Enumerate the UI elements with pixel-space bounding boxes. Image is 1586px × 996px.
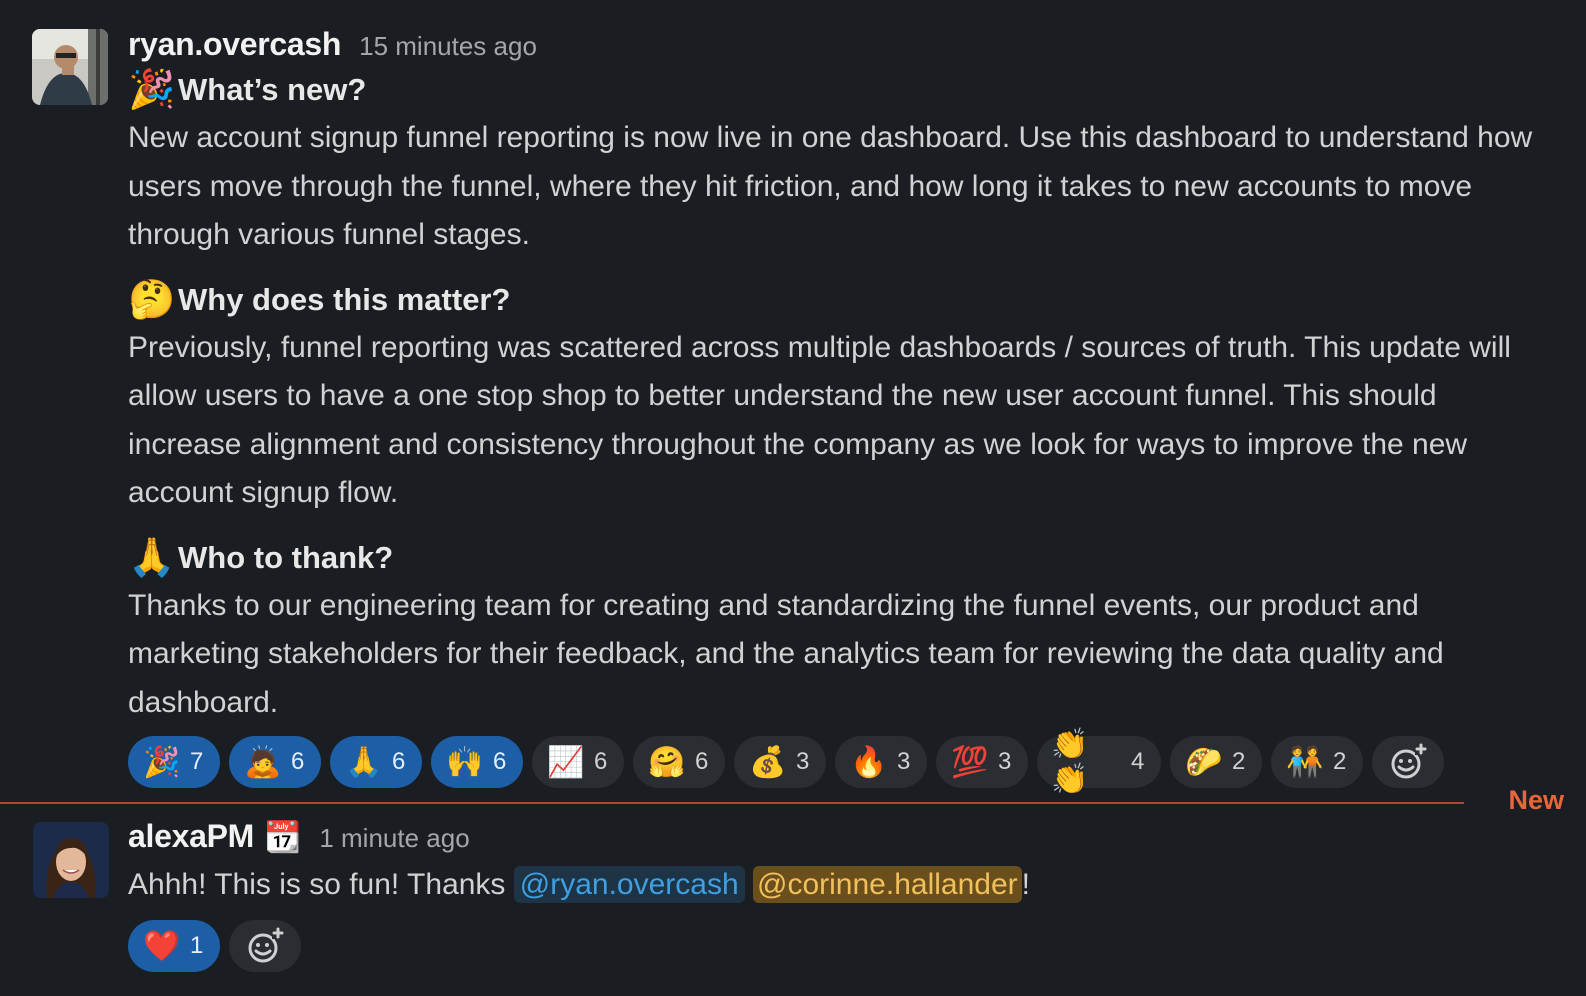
reaction-fire[interactable]: 🔥 3 — [835, 736, 927, 788]
reaction-hugging[interactable]: 🤗 6 — [633, 736, 725, 788]
reaction-money-bag[interactable]: 💰 3 — [734, 736, 826, 788]
avatar-photo — [33, 822, 109, 898]
chart-increasing-icon: 📈 — [547, 745, 585, 779]
avatar-photo — [32, 29, 108, 105]
reaction-count: 6 — [493, 748, 507, 775]
heading-text: Why does this matter? — [178, 281, 511, 317]
section-body: Thanks to our engineering team for creat… — [128, 588, 1444, 719]
hundred-points-icon: 💯 — [951, 745, 989, 779]
reaction-thank-you[interactable]: 🙏 6 — [330, 736, 422, 788]
red-heart-icon: ❤️ — [143, 929, 181, 963]
reaction-count: 3 — [796, 748, 810, 775]
message-text-start: Ahhh! This is so fun! Thanks — [128, 868, 514, 901]
reaction-count: 6 — [291, 748, 305, 775]
message-header: alexaPM 📆 1 minute ago — [128, 818, 1556, 858]
avatar[interactable] — [32, 29, 108, 105]
add-reaction-icon — [248, 927, 284, 963]
timestamp[interactable]: 15 minutes ago — [359, 31, 537, 62]
clapping-hands-icon: 👏👏 — [1051, 728, 1089, 796]
timestamp[interactable]: 1 minute ago — [319, 823, 469, 854]
reaction-taco[interactable]: 🌮 2 — [1170, 736, 1262, 788]
reaction-count: 6 — [392, 748, 406, 775]
heading-text: Who to thank? — [178, 539, 394, 575]
thank-you-icon: 🙏 — [345, 745, 383, 779]
mention-corinne[interactable]: @corinne.hallander — [753, 866, 1022, 903]
calendar-status-icon: 📆 — [263, 821, 302, 854]
message: ryan.overcash 15 minutes ago 🎉 What’s ne… — [0, 0, 1586, 796]
money-bag-icon: 💰 — [749, 745, 787, 779]
add-reaction-button[interactable] — [1372, 736, 1444, 788]
reaction-count: 2 — [1232, 748, 1246, 775]
party-popper-icon: 🎉 — [128, 69, 176, 111]
avatar[interactable] — [33, 822, 109, 898]
bowing-person-icon: 🙇 — [244, 745, 282, 779]
author-name[interactable]: alexaPM — [128, 818, 254, 855]
message-text: Ahhh! This is so fun! Thanks @ryan.overc… — [128, 862, 1556, 908]
section-body: New account signup funnel reporting is n… — [128, 121, 1533, 251]
section-heading: 🙏 Who to thank? — [128, 534, 1556, 582]
mention-ryan[interactable]: @ryan.overcash — [513, 866, 745, 903]
reaction-teamwork[interactable]: 🧑‍🤝‍🧑 2 — [1271, 736, 1363, 788]
reaction-party-popper[interactable]: 🎉 7 — [128, 736, 220, 788]
section-body: Previously, funnel reporting was scatter… — [128, 330, 1511, 510]
reaction-chart[interactable]: 📈 6 — [532, 736, 624, 788]
reaction-bow[interactable]: 🙇 6 — [229, 736, 321, 788]
add-reaction-icon — [1391, 743, 1427, 779]
section-heading: 🤔 Why does this matter? — [128, 276, 1556, 324]
teamwork-icon: 🧑‍🤝‍🧑 — [1286, 745, 1324, 779]
reaction-clap[interactable]: 👏👏 4 — [1037, 728, 1161, 796]
folded-hands-icon: 🙏 — [128, 536, 176, 579]
taco-icon: 🌮 — [1185, 745, 1223, 779]
message-text-end: ! — [1021, 868, 1030, 901]
hugging-face-icon: 🤗 — [648, 745, 686, 779]
add-reaction-button[interactable] — [229, 920, 301, 972]
reaction-raised-hands[interactable]: 🙌 6 — [431, 736, 523, 788]
reaction-count: 6 — [695, 748, 709, 775]
reaction-heart[interactable]: ❤️ 1 — [128, 920, 220, 972]
heading-text: What’s new? — [178, 72, 367, 107]
fire-icon: 🔥 — [850, 745, 888, 779]
reaction-count: 4 — [1131, 748, 1145, 775]
reaction-bar: 🎉 7 🙇 6 🙏 6 🙌 6 📈 6 🤗 6 💰 3 🔥 3 💯 3 👏👏 4 🌮 2 🧑‍🤝‍🧑 2 — [128, 728, 1556, 796]
author-name[interactable]: ryan.overcash — [128, 26, 341, 63]
thinking-face-icon: 🤔 — [128, 278, 176, 321]
message-header: ryan.overcash 15 minutes ago — [128, 26, 1556, 66]
reaction-count: 1 — [190, 932, 204, 959]
reaction-count: 6 — [594, 748, 608, 775]
reaction-count: 2 — [1333, 748, 1347, 775]
reaction-bar: ❤️ 1 — [128, 920, 1556, 972]
reaction-count: 3 — [998, 748, 1012, 775]
reaction-hundred[interactable]: 💯 3 — [936, 736, 1028, 788]
party-popper-icon: 🎉 — [143, 745, 181, 779]
reaction-count: 3 — [897, 748, 911, 775]
reaction-count: 7 — [190, 748, 204, 775]
section-heading: 🎉 What’s new? — [128, 66, 1556, 114]
message: alexaPM 📆 1 minute ago Ahhh! This is so … — [0, 804, 1586, 972]
raised-hands-icon: 🙌 — [446, 745, 484, 779]
